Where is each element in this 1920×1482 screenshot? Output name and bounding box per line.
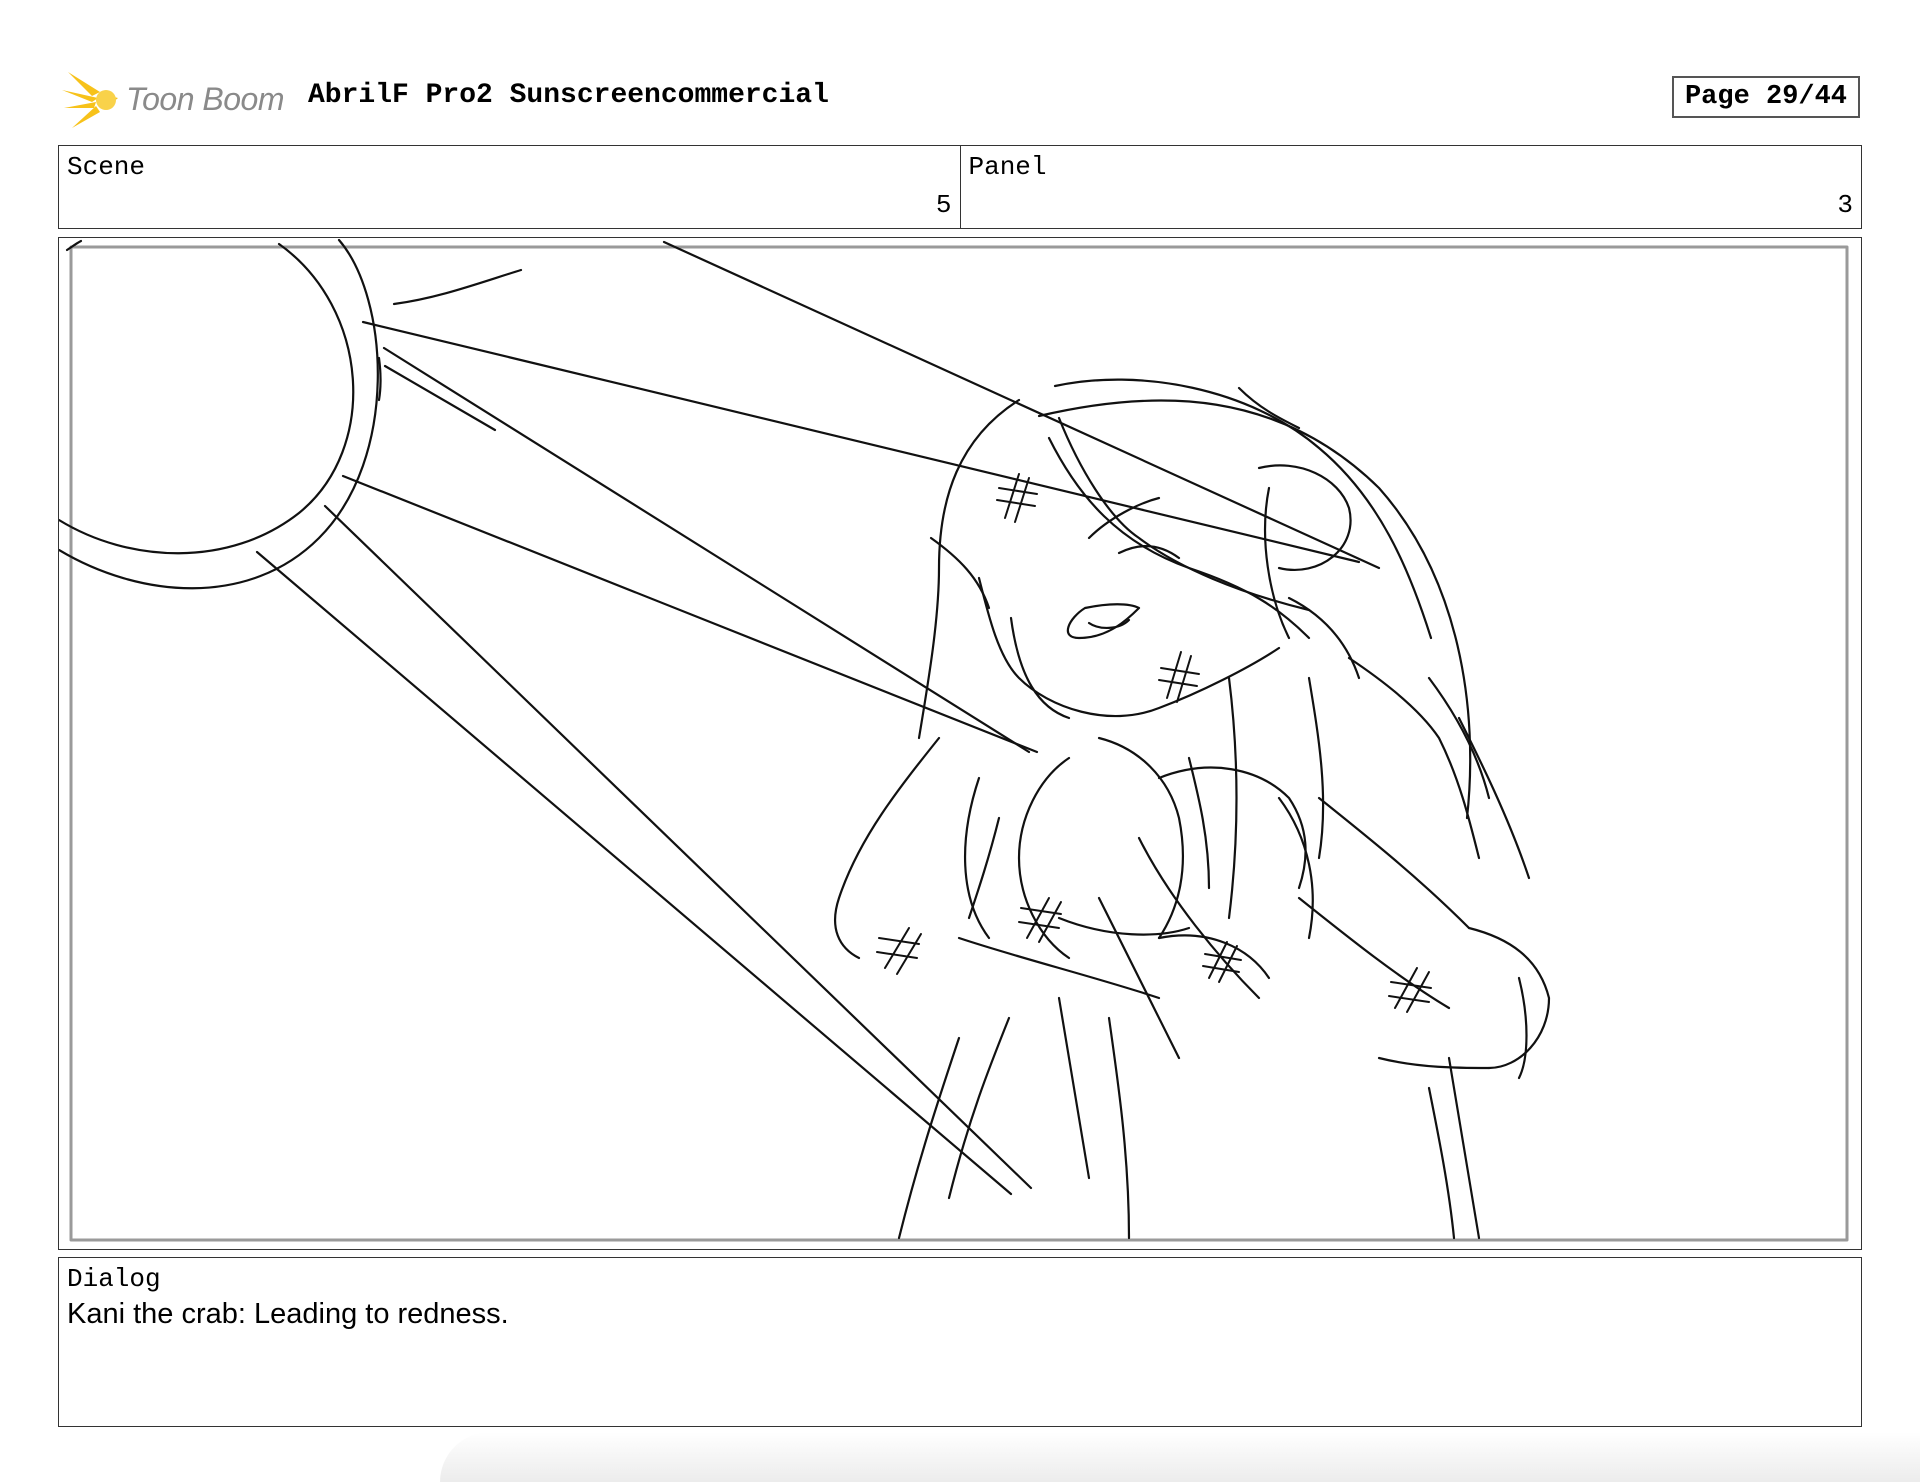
- scene-label: Scene: [67, 152, 146, 182]
- scene-panel-row: Scene 5 Panel 3: [58, 145, 1862, 229]
- scene-number: 5: [935, 190, 952, 220]
- panel-number: 3: [1837, 190, 1853, 220]
- sun-sketch: [59, 238, 523, 590]
- sun-rays: [255, 240, 1381, 1196]
- toon-boom-logo: Toon Boom: [62, 68, 292, 132]
- starburst-logo-icon: [62, 72, 118, 128]
- storyboard-panel: [58, 237, 1862, 1250]
- bottom-shadow: [440, 1432, 1920, 1482]
- panel-label: Panel: [968, 152, 1047, 182]
- dialog-label: Dialog: [67, 1264, 161, 1294]
- sketch-drawing: [59, 238, 1849, 1242]
- dialog-text: Kani the crab: Leading to redness.: [67, 1298, 509, 1330]
- page-header: Toon Boom AbrilF Pro2 Sunscreencommercia…: [0, 0, 1920, 140]
- scene-cell: Scene 5: [59, 146, 960, 228]
- safe-area-frame: [69, 245, 1849, 1242]
- page-indicator: Page 29/44: [1672, 76, 1860, 118]
- girl-sketch: [917, 378, 1531, 920]
- logo-text: Toon Boom: [126, 81, 284, 117]
- panel-cell: Panel 3: [959, 146, 1862, 228]
- project-title: AbrilF Pro2 Sunscreencommercial: [308, 80, 829, 111]
- dialog-box: Dialog Kani the crab: Leading to redness…: [58, 1257, 1862, 1427]
- arms-sketch: [834, 736, 1551, 1240]
